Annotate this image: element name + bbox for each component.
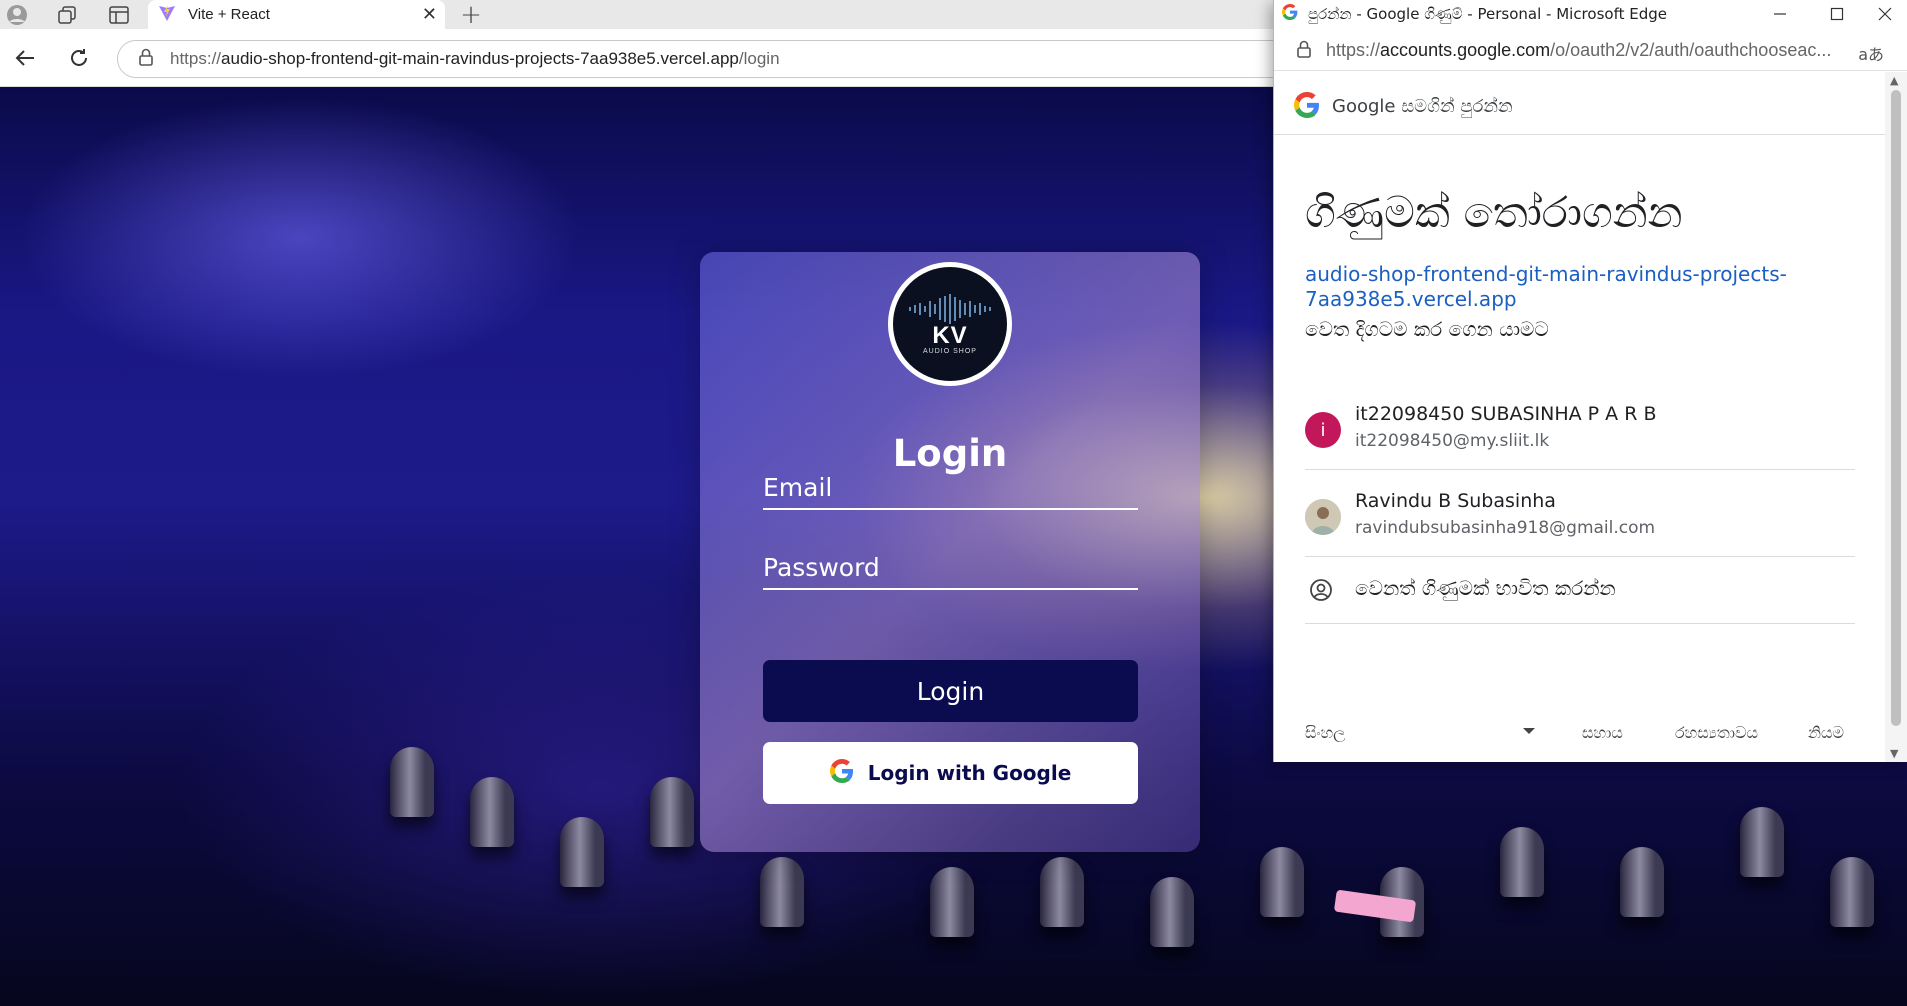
popup-url-text: https://accounts.google.com/o/oauth2/v2/… xyxy=(1326,40,1831,60)
kv-audio-shop-logo: KV AUDIO SHOP xyxy=(888,262,1012,386)
mixer-knob xyxy=(760,857,804,927)
account-name: Ravindu B Subasinha xyxy=(1355,490,1556,512)
login-button[interactable]: Login xyxy=(763,660,1138,722)
continue-to-app-link[interactable]: audio-shop-frontend-git-main-ravindus-pr… xyxy=(1305,262,1835,312)
profile-icon[interactable] xyxy=(4,3,30,27)
use-another-account-item[interactable]: වෙනත් ගිණුමක් භාවිත කරන්න xyxy=(1305,558,1855,624)
email-placeholder: Email xyxy=(763,473,833,502)
url-text: https://audio-shop-frontend-git-main-rav… xyxy=(170,49,780,68)
privacy-link[interactable]: රහස්‍යතාවය xyxy=(1675,723,1758,743)
account-item-sliit[interactable]: i it22098450 SUBASINHA P A R B it2209845… xyxy=(1305,384,1855,470)
password-placeholder: Password xyxy=(763,553,880,582)
email-field[interactable]: Email xyxy=(763,466,1138,510)
lock-icon[interactable] xyxy=(1296,40,1312,62)
account-email: it22098450@my.sliit.lk xyxy=(1355,431,1550,451)
close-window-icon[interactable] xyxy=(1862,0,1907,27)
use-another-account-label: වෙනත් ගිණුමක් භාවිත කරන්න xyxy=(1355,576,1616,600)
continue-to-subtitle: වෙත දිගටම කර ගෙන යාමට xyxy=(1305,317,1549,341)
google-signin-popup: පුරන්න - Google ගිණුම් - Personal - Micr… xyxy=(1273,0,1907,762)
workspaces-icon[interactable] xyxy=(54,3,80,27)
account-circle-icon xyxy=(1309,578,1333,606)
popup-title-bar: පුරන්න - Google ගිණුම් - Personal - Micr… xyxy=(1274,0,1907,27)
maximize-icon[interactable] xyxy=(1814,0,1860,27)
password-field[interactable]: Password xyxy=(763,546,1138,590)
google-g-icon xyxy=(829,758,854,788)
popup-scrollbar[interactable]: ▲ ▼ xyxy=(1885,72,1907,762)
mixer-knob xyxy=(1040,857,1084,927)
account-email: ravindubsubasinha918@gmail.com xyxy=(1355,518,1656,538)
mixer-knob xyxy=(390,747,434,817)
choose-account-title: ගිණුමක් තෝරාගන්න xyxy=(1305,188,1683,238)
mixer-knob xyxy=(470,777,514,847)
mixer-knob xyxy=(650,777,694,847)
read-aloud-icon[interactable]: aあ xyxy=(1858,41,1884,65)
mixer-knob xyxy=(1260,847,1304,917)
close-tab-icon[interactable]: ✕ xyxy=(422,4,437,25)
google-logo-icon xyxy=(1294,91,1320,122)
mixer-knob xyxy=(1740,807,1784,877)
help-link[interactable]: සහාය xyxy=(1582,723,1623,743)
popup-address-bar[interactable]: https://accounts.google.com/o/oauth2/v2/… xyxy=(1274,31,1907,71)
account-item-gmail[interactable]: Ravindu B Subasinha ravindubsubasinha918… xyxy=(1305,471,1855,557)
logo-subtitle: AUDIO SHOP xyxy=(923,347,977,355)
login-with-google-button[interactable]: Login with Google xyxy=(763,742,1138,804)
minimize-icon[interactable] xyxy=(1757,0,1803,27)
popup-window-title: පුරන්න - Google ගිණුම් - Personal - Micr… xyxy=(1308,4,1667,23)
refresh-icon[interactable] xyxy=(64,43,94,73)
google-signin-header: Google සමගින් පුරන්න xyxy=(1274,79,1886,135)
login-with-google-label: Login with Google xyxy=(867,761,1072,785)
back-icon[interactable] xyxy=(10,43,40,73)
signin-header-text: Google සමගින් පුරන්න xyxy=(1332,96,1513,117)
popup-footer: සිංහල සහාය රහස්‍යතාවය නියම xyxy=(1305,720,1865,750)
scrollbar-thumb[interactable] xyxy=(1891,90,1901,726)
mixer-knob xyxy=(1830,857,1874,927)
mixer-knob xyxy=(560,817,604,887)
avatar: i xyxy=(1305,412,1341,448)
scroll-up-icon[interactable]: ▲ xyxy=(1890,74,1898,87)
tab-title: Vite + React xyxy=(188,6,270,23)
google-favicon-icon xyxy=(1282,3,1298,24)
lock-icon[interactable] xyxy=(138,48,154,70)
mixer-knob xyxy=(1620,847,1664,917)
sound-wave-icon xyxy=(909,293,991,324)
avatar xyxy=(1305,499,1341,535)
address-bar[interactable]: https://audio-shop-frontend-git-main-rav… xyxy=(117,40,1337,78)
language-selector[interactable]: සිංහල xyxy=(1305,723,1345,743)
mixer-knob xyxy=(1500,827,1544,897)
vite-logo-icon xyxy=(158,4,176,26)
logo-text: KV xyxy=(932,321,968,349)
new-tab-button[interactable]: + xyxy=(455,0,487,30)
mixer-knob xyxy=(1150,877,1194,947)
account-name: it22098450 SUBASINHA P A R B xyxy=(1355,403,1657,425)
terms-link[interactable]: නියම xyxy=(1808,723,1844,743)
mixer-knob xyxy=(930,867,974,937)
tab-vite-react[interactable]: Vite + React ✕ xyxy=(148,0,445,29)
vertical-tabs-icon[interactable] xyxy=(106,3,132,27)
login-card: KV AUDIO SHOP Login Email Password Login… xyxy=(700,252,1200,852)
chevron-down-icon[interactable] xyxy=(1523,728,1535,734)
scroll-down-icon[interactable]: ▼ xyxy=(1890,747,1898,760)
